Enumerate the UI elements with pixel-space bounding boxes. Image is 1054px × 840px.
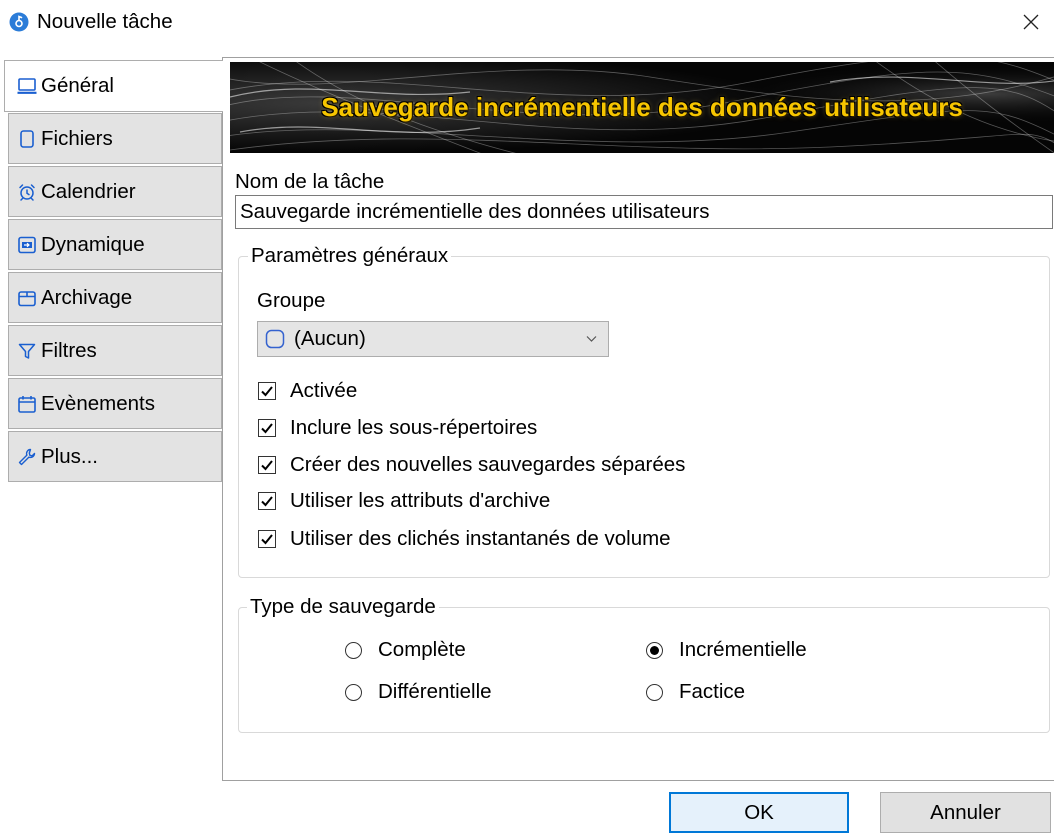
tab-events-label: Evènements	[41, 391, 155, 415]
include-subdirectories-checkbox[interactable]	[258, 418, 276, 437]
monitor-icon	[17, 76, 37, 96]
group-dropdown-value: (Aucun)	[294, 327, 366, 350]
group-label: Groupe	[257, 289, 326, 312]
separate-backups-label: Créer des nouvelles sauvegardes séparées	[290, 452, 686, 476]
differential-radio[interactable]	[345, 683, 362, 701]
task-name-label: Nom de la tâche	[235, 170, 385, 193]
backup-type-full[interactable]: Complète	[345, 638, 466, 661]
option-volume-shadow-copies[interactable]: Utiliser des clichés instantanés de volu…	[258, 520, 671, 557]
enabled-label: Activée	[290, 378, 358, 402]
archive-attributes-label: Utiliser les attributs d'archive	[290, 488, 551, 512]
incremental-label: Incrémentielle	[679, 638, 807, 661]
volume-shadow-copies-label: Utiliser des clichés instantanés de volu…	[290, 526, 671, 550]
backup-type-dummy[interactable]: Factice	[646, 680, 746, 703]
tab-calendar-label: Calendrier	[41, 179, 136, 203]
separate-backups-checkbox[interactable]	[258, 455, 276, 474]
option-include-subdirectories[interactable]: Inclure les sous-répertoires	[258, 409, 537, 446]
group-color-icon	[265, 329, 285, 349]
tab-dynamic-label: Dynamique	[41, 232, 145, 256]
backup-type-incremental[interactable]: Incrémentielle	[646, 638, 807, 661]
dummy-radio[interactable]	[646, 683, 663, 701]
tab-filters[interactable]: Filtres	[8, 325, 222, 376]
tab-more[interactable]: Plus...	[8, 431, 222, 482]
backup-type-legend: Type de sauvegarde	[247, 595, 439, 619]
app-logo-icon	[9, 12, 29, 32]
tab-more-label: Plus...	[41, 444, 98, 468]
dynamic-icon	[17, 235, 37, 255]
tab-files-label: Fichiers	[41, 126, 113, 150]
differential-label: Différentielle	[378, 680, 492, 703]
enabled-checkbox[interactable]	[258, 381, 276, 400]
close-button[interactable]	[1015, 6, 1047, 38]
checkmark-icon	[261, 422, 273, 433]
chevron-down-icon	[586, 336, 597, 342]
tab-calendar[interactable]: Calendrier	[8, 166, 222, 217]
tab-general[interactable]: Général	[4, 60, 223, 112]
ok-button[interactable]: OK	[669, 792, 849, 833]
archive-attributes-checkbox[interactable]	[258, 491, 276, 510]
task-name-input[interactable]: Sauvegarde incrémentielle des données ut…	[235, 195, 1053, 229]
option-separate-backups[interactable]: Créer des nouvelles sauvegardes séparées	[258, 446, 685, 483]
dummy-label: Factice	[679, 680, 746, 703]
tab-events[interactable]: Evènements	[8, 378, 222, 429]
window-title: Nouvelle tâche	[37, 10, 173, 33]
tab-filters-label: Filtres	[41, 338, 97, 362]
archive-box-icon	[17, 288, 37, 308]
filter-icon	[17, 341, 37, 361]
alarm-clock-icon	[17, 182, 37, 202]
task-banner: Sauvegarde incrémentielle des données ut…	[230, 62, 1054, 153]
calendar-icon	[17, 394, 37, 414]
checkmark-icon	[261, 385, 273, 396]
volume-shadow-copies-checkbox[interactable]	[258, 529, 276, 548]
tab-dynamic[interactable]: Dynamique	[8, 219, 222, 270]
include-subdirectories-label: Inclure les sous-répertoires	[290, 415, 538, 439]
banner-title: Sauvegarde incrémentielle des données ut…	[321, 92, 963, 122]
full-label: Complète	[378, 638, 466, 661]
backup-type-differential[interactable]: Différentielle	[345, 680, 492, 703]
group-dropdown[interactable]: (Aucun)	[257, 321, 609, 357]
tab-files[interactable]: Fichiers	[8, 113, 222, 164]
tab-general-label: Général	[41, 74, 114, 97]
general-settings-legend: Paramètres généraux	[248, 244, 452, 268]
full-radio[interactable]	[345, 641, 362, 659]
backup-type-group	[238, 607, 1050, 733]
checkmark-icon	[261, 495, 273, 506]
incremental-radio[interactable]	[646, 641, 663, 659]
file-icon	[17, 129, 37, 149]
tab-archiving-label: Archivage	[41, 285, 133, 309]
wrench-icon	[17, 447, 37, 467]
option-archive-attributes[interactable]: Utiliser les attributs d'archive	[258, 482, 550, 519]
cancel-button[interactable]: Annuler	[880, 792, 1051, 833]
option-enabled[interactable]: Activée	[258, 372, 357, 409]
tab-archiving[interactable]: Archivage	[8, 272, 222, 323]
checkmark-icon	[261, 533, 273, 544]
checkmark-icon	[261, 459, 273, 470]
close-icon	[1023, 14, 1039, 30]
